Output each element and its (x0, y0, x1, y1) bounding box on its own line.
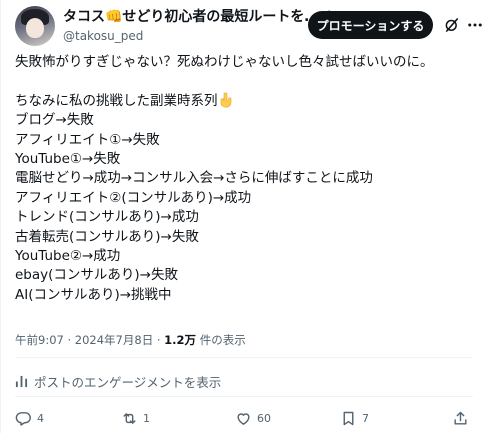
bookmark-button[interactable]: 7 (340, 408, 369, 428)
share-icon (454, 411, 467, 425)
avatar[interactable] (15, 6, 55, 46)
view-engagement-link[interactable]: ポストのエンゲージメントを表示 (15, 372, 221, 391)
author-name-row[interactable]: タコス👊せどり初心者の最短ルートを… (63, 8, 337, 26)
tweet-line: 電脳せどり→成功→コンサル入会→さらに伸ばすことに成功 (15, 170, 373, 187)
tweet-text: 失敗怖がりすぎじゃない？死ぬわけじゃないし色々試せばいいのに。 ちなみに私の挑戦… (15, 53, 473, 305)
share-button[interactable] (452, 408, 474, 428)
tweet-line: トレンド(コンサルあり)→成功 (15, 209, 199, 226)
tweet-line (15, 72, 473, 91)
divider (15, 396, 473, 397)
more-icon[interactable] (465, 16, 482, 34)
reply-icon (15, 411, 31, 426)
promote-button[interactable]: プロモーションする (308, 11, 433, 39)
tweet-line: YouTube①→失敗 (15, 150, 121, 167)
action-bar: 4 1 60 7 (15, 408, 473, 428)
divider (15, 357, 473, 358)
views-count: 1.2万 (164, 333, 197, 347)
tweet-line: ブログ→失敗 (15, 112, 94, 129)
reply-count: 4 (37, 411, 44, 425)
like-icon (237, 412, 250, 425)
tweet-line-with-emoji: ちなみに私の挑戦した副業時系列 (15, 92, 473, 111)
tweet-line: YouTube②→成功 (15, 247, 121, 264)
tweet-line: AI(コンサルあり)→挑戦中 (15, 286, 172, 303)
tweet-line: 失敗怖がりすぎじゃない？死ぬわけじゃないし色々試せばいいのに。 (15, 54, 434, 70)
reply-button[interactable]: 4 (15, 408, 44, 428)
views-label: 件の表示 (196, 333, 246, 347)
tweet: タコス👊せどり初心者の最短ルートを… @takosu_ped プロモーションする… (0, 0, 482, 433)
tweet-line: アフィリエイト①→失敗 (15, 131, 160, 148)
bookmark-count: 7 (362, 411, 369, 425)
author-display-name[interactable]: タコス👊せどり初心者の最短ルートを… (63, 8, 318, 26)
tweet-line-text: ちなみに私の挑戦した副業時系列 (15, 92, 218, 109)
tweet-meta: 午前9:07 · 2024年7月8日 · 1.2万 件の表示 (15, 332, 246, 348)
analytics-icon (15, 375, 28, 388)
tweet-header: タコス👊せどり初心者の最短ルートを… @takosu_ped プロモーションする (15, 6, 482, 46)
like-count: 60 (257, 411, 271, 425)
tweet-line: アフィリエイト②(コンサルあり)→成功 (15, 189, 252, 206)
grok-icon[interactable] (443, 16, 461, 34)
engagement-label: ポストのエンゲージメントを表示 (34, 375, 222, 390)
bookmark-icon (343, 411, 354, 425)
pointing-down-emoji-icon (220, 92, 231, 108)
repost-button[interactable]: 1 (121, 408, 150, 428)
tweet-line: ebay(コンサルあり)→失敗 (15, 267, 178, 284)
author-handle[interactable]: @takosu_ped (63, 28, 143, 44)
like-button[interactable]: 60 (235, 408, 271, 428)
repost-icon (123, 412, 136, 424)
timestamp[interactable]: 午前9:07 · 2024年7月8日 · (15, 333, 164, 347)
repost-count: 1 (143, 411, 150, 425)
tweet-line: 古着転売(コンサルあり)→失敗 (15, 228, 199, 245)
